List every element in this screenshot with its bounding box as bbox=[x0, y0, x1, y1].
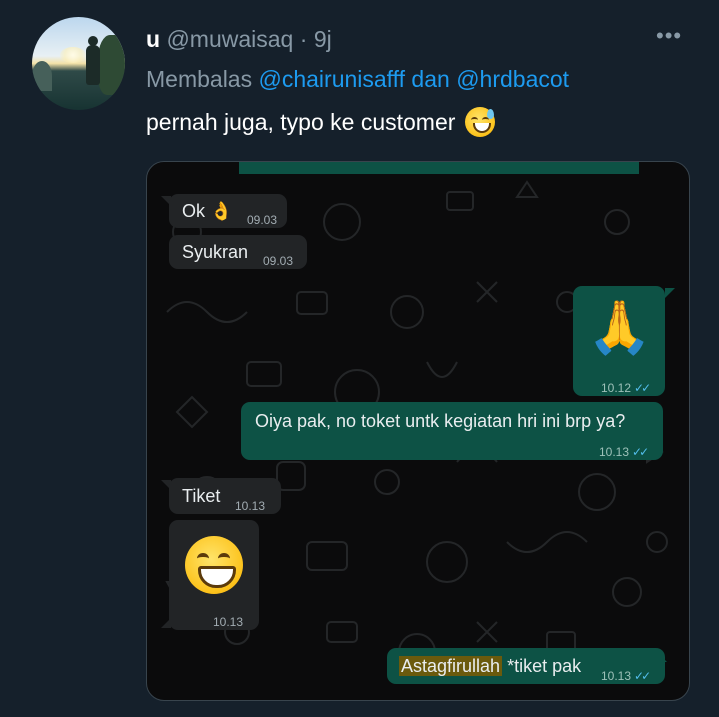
reply-context: Membalas @chairunisafff dan @hrdbacot bbox=[146, 64, 569, 94]
folded-hands-emoji-icon: 🙏 bbox=[587, 299, 652, 357]
chat-screenshot-image[interactable]: Ok 👌 09.03 Syukran 09.03 🙏 10.12 ✓✓ Oiya … bbox=[146, 161, 690, 701]
message-time: 10.13 bbox=[601, 669, 632, 683]
read-ticks-icon: ✓✓ bbox=[632, 445, 649, 459]
message-text: Syukran bbox=[182, 242, 249, 262]
message-bubble-correction[interactable]: Astagfirullah *tiket pak 10.13 ✓✓ bbox=[387, 648, 665, 684]
avatar-hill bbox=[32, 61, 52, 91]
display-name[interactable]: u bbox=[146, 26, 160, 52]
tweet-time[interactable]: 9j bbox=[314, 26, 332, 52]
message-text: Oiya pak, no toket untk kegiatan hri ini… bbox=[255, 411, 626, 431]
tweet-text-content: pernah juga, typo ke customer bbox=[146, 109, 456, 135]
ok-hand-emoji-icon: 👌 bbox=[210, 201, 233, 221]
avatar[interactable] bbox=[32, 17, 125, 110]
message-bubble-folded-hands[interactable]: 🙏 10.12 ✓✓ bbox=[573, 286, 665, 396]
mention-link-2[interactable]: @hrdbacot bbox=[456, 66, 569, 92]
message-bubble-grinning[interactable]: 10.13 bbox=[169, 520, 259, 630]
message-time: 09.03 bbox=[263, 254, 294, 268]
message-bubble-syukran[interactable]: Syukran 09.03 bbox=[169, 235, 307, 269]
message-time: 10.13 bbox=[213, 615, 244, 629]
tweet-text: pernah juga, typo ke customer bbox=[146, 107, 496, 137]
avatar-sun bbox=[60, 47, 86, 63]
reply-prefix: Membalas bbox=[146, 66, 253, 92]
message-time: 10.12 bbox=[601, 381, 632, 395]
grinning-sweat-emoji-icon bbox=[465, 107, 496, 137]
separator: · bbox=[299, 26, 308, 52]
highlighted-text: Astagfirullah bbox=[399, 656, 503, 676]
bubble-tail bbox=[665, 288, 675, 298]
message-time: 09.03 bbox=[247, 213, 278, 227]
more-horizontal-icon[interactable]: ••• bbox=[656, 25, 688, 47]
message-text: Ok bbox=[182, 201, 206, 221]
read-ticks-icon: ✓✓ bbox=[634, 669, 651, 683]
avatar-trees bbox=[98, 35, 125, 95]
cropped-bubble bbox=[239, 162, 639, 174]
message-bubble-tiket[interactable]: Tiket 10.13 bbox=[169, 478, 281, 514]
read-ticks-icon: ✓✓ bbox=[634, 381, 651, 395]
message-bubble-ok[interactable]: Ok 👌 09.03 bbox=[169, 194, 287, 228]
grinning-face-emoji-icon bbox=[185, 536, 243, 594]
message-text: Tiket bbox=[182, 486, 221, 506]
mention-link-1[interactable]: @chairunisafff bbox=[259, 66, 406, 92]
message-time: 10.13 bbox=[235, 499, 266, 513]
tweet-header: u @muwaisaq · 9j bbox=[146, 24, 332, 54]
user-handle[interactable]: @muwaisaq bbox=[166, 26, 293, 52]
message-bubble-question[interactable]: Oiya pak, no toket untk kegiatan hri ini… bbox=[241, 402, 663, 460]
message-text: *tiket pak bbox=[502, 656, 582, 676]
message-time: 10.13 bbox=[599, 445, 630, 459]
avatar-person bbox=[86, 36, 100, 85]
reply-and[interactable]: dan bbox=[411, 66, 449, 92]
